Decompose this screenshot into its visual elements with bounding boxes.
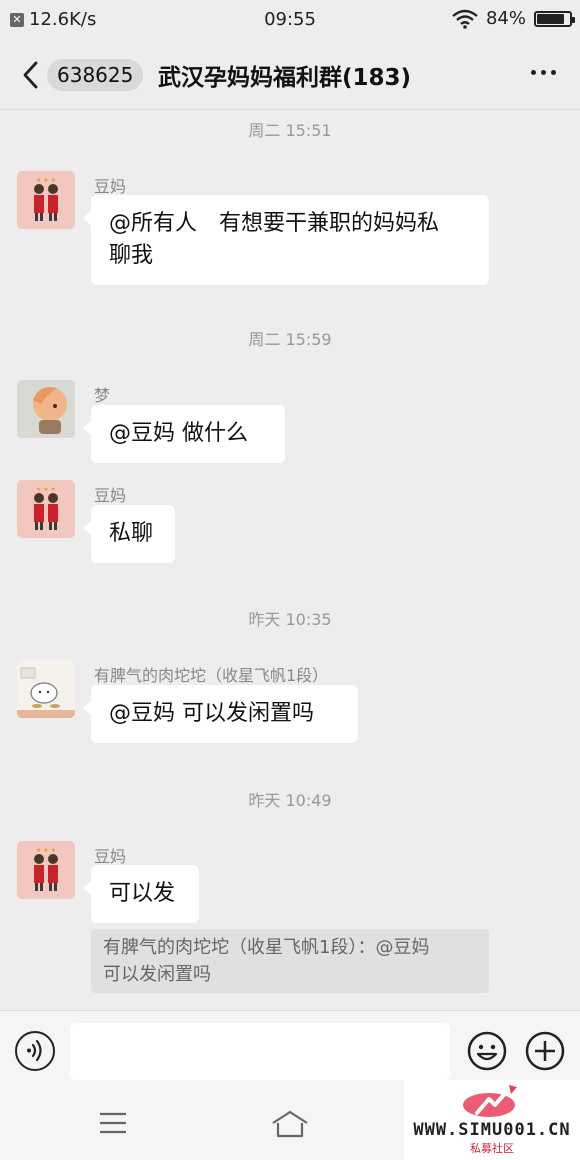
dot — [531, 70, 536, 75]
battery-icon — [534, 10, 575, 27]
message-text: 可以发 — [109, 881, 176, 906]
voice-icon[interactable] — [15, 1031, 55, 1071]
sender-name: 豆妈 — [94, 177, 127, 196]
avatar-image: ★ ★ ★ — [17, 171, 75, 229]
sender-name: 梦 — [94, 386, 111, 405]
chat-header: 638625 武汉孕妈妈福利群(183) — [0, 40, 580, 110]
watermark-logo — [463, 1085, 517, 1117]
watermark-site: WWW.SIMU001.CN — [413, 1120, 571, 1140]
svg-text:★ ★ ★: ★ ★ ★ — [36, 847, 56, 854]
avatar-doumama[interactable]: ★ ★ ★ — [17, 171, 75, 229]
message-bubble[interactable]: 私聊 — [83, 505, 175, 563]
message-timestamp: 昨天 10:49 — [248, 791, 332, 810]
message-text-line: @所有人 有想要干兼职的妈妈私 — [109, 211, 440, 236]
avatar-image — [17, 380, 75, 438]
svg-text:★ ★ ★: ★ ★ ★ — [36, 486, 56, 493]
unread-count-badge[interactable]: 638625 — [47, 59, 144, 91]
dot — [551, 70, 556, 75]
avatar-image: ★ ★ ★ — [17, 480, 75, 538]
quote-line: 可以发闲置吗 — [103, 964, 211, 985]
message-bubble[interactable]: @所有人 有想要干兼职的妈妈私 聊我 — [83, 195, 489, 285]
quote-line: 有脾气的肉坨坨（收星飞帆1段）：@豆妈 — [103, 937, 430, 958]
input-bar — [0, 1010, 580, 1085]
svg-text:★ ★ ★: ★ ★ ★ — [36, 177, 56, 184]
message-timestamp: 周二 15:51 — [248, 121, 332, 140]
watermark: WWW.SIMU001.CN 私募社区 — [404, 1080, 580, 1160]
message-bubble[interactable]: 可以发 — [83, 865, 199, 923]
dot — [541, 70, 546, 75]
avatar-routuotuo[interactable] — [17, 660, 75, 718]
sender-name: 豆妈 — [94, 847, 127, 866]
message-input[interactable] — [70, 1023, 450, 1080]
menu-icon[interactable] — [98, 1110, 128, 1136]
sender-name: 有脾气的肉坨坨（收星飞帆1段） — [94, 666, 329, 685]
sender-name: 豆妈 — [94, 486, 127, 505]
message-bubble[interactable]: @豆妈 可以发闲置吗 — [83, 685, 358, 743]
message-text-line: 聊我 — [109, 243, 154, 268]
home-icon[interactable] — [270, 1109, 310, 1139]
avatar-doumama[interactable]: ★ ★ ★ — [17, 841, 75, 899]
message-text: 私聊 — [109, 521, 154, 546]
back-button[interactable] — [18, 60, 44, 90]
quoted-message[interactable]: 有脾气的肉坨坨（收星飞帆1段）：@豆妈 可以发闲置吗 — [91, 929, 489, 993]
message-timestamp: 周二 15:59 — [248, 330, 332, 349]
avatar-meng[interactable] — [17, 380, 75, 438]
plus-icon[interactable] — [525, 1031, 565, 1071]
avatar-doumama[interactable]: ★ ★ ★ — [17, 480, 75, 538]
message-timestamp: 昨天 10:35 — [248, 610, 332, 629]
message-bubble[interactable]: @豆妈 做什么 — [83, 405, 285, 463]
battery-fill — [537, 13, 564, 24]
emoji-icon[interactable] — [467, 1031, 507, 1071]
message-text: @豆妈 可以发闲置吗 — [109, 701, 314, 726]
wifi-icon — [452, 9, 478, 29]
status-bar: ✕ 12.6K/s 09:55 84% — [0, 0, 580, 40]
voice-waves — [27, 1039, 42, 1062]
more-dots-icon[interactable] — [531, 70, 556, 75]
watermark-subtitle: 私募社区 — [470, 1142, 514, 1155]
message-text: @豆妈 做什么 — [109, 421, 248, 446]
avatar-image: ★ ★ ★ — [17, 841, 75, 899]
status-right: 84% — [452, 8, 575, 29]
avatar-image — [17, 660, 75, 718]
chat-title: 武汉孕妈妈福利群(183) — [158, 65, 412, 91]
battery-percent: 84% — [485, 8, 526, 29]
